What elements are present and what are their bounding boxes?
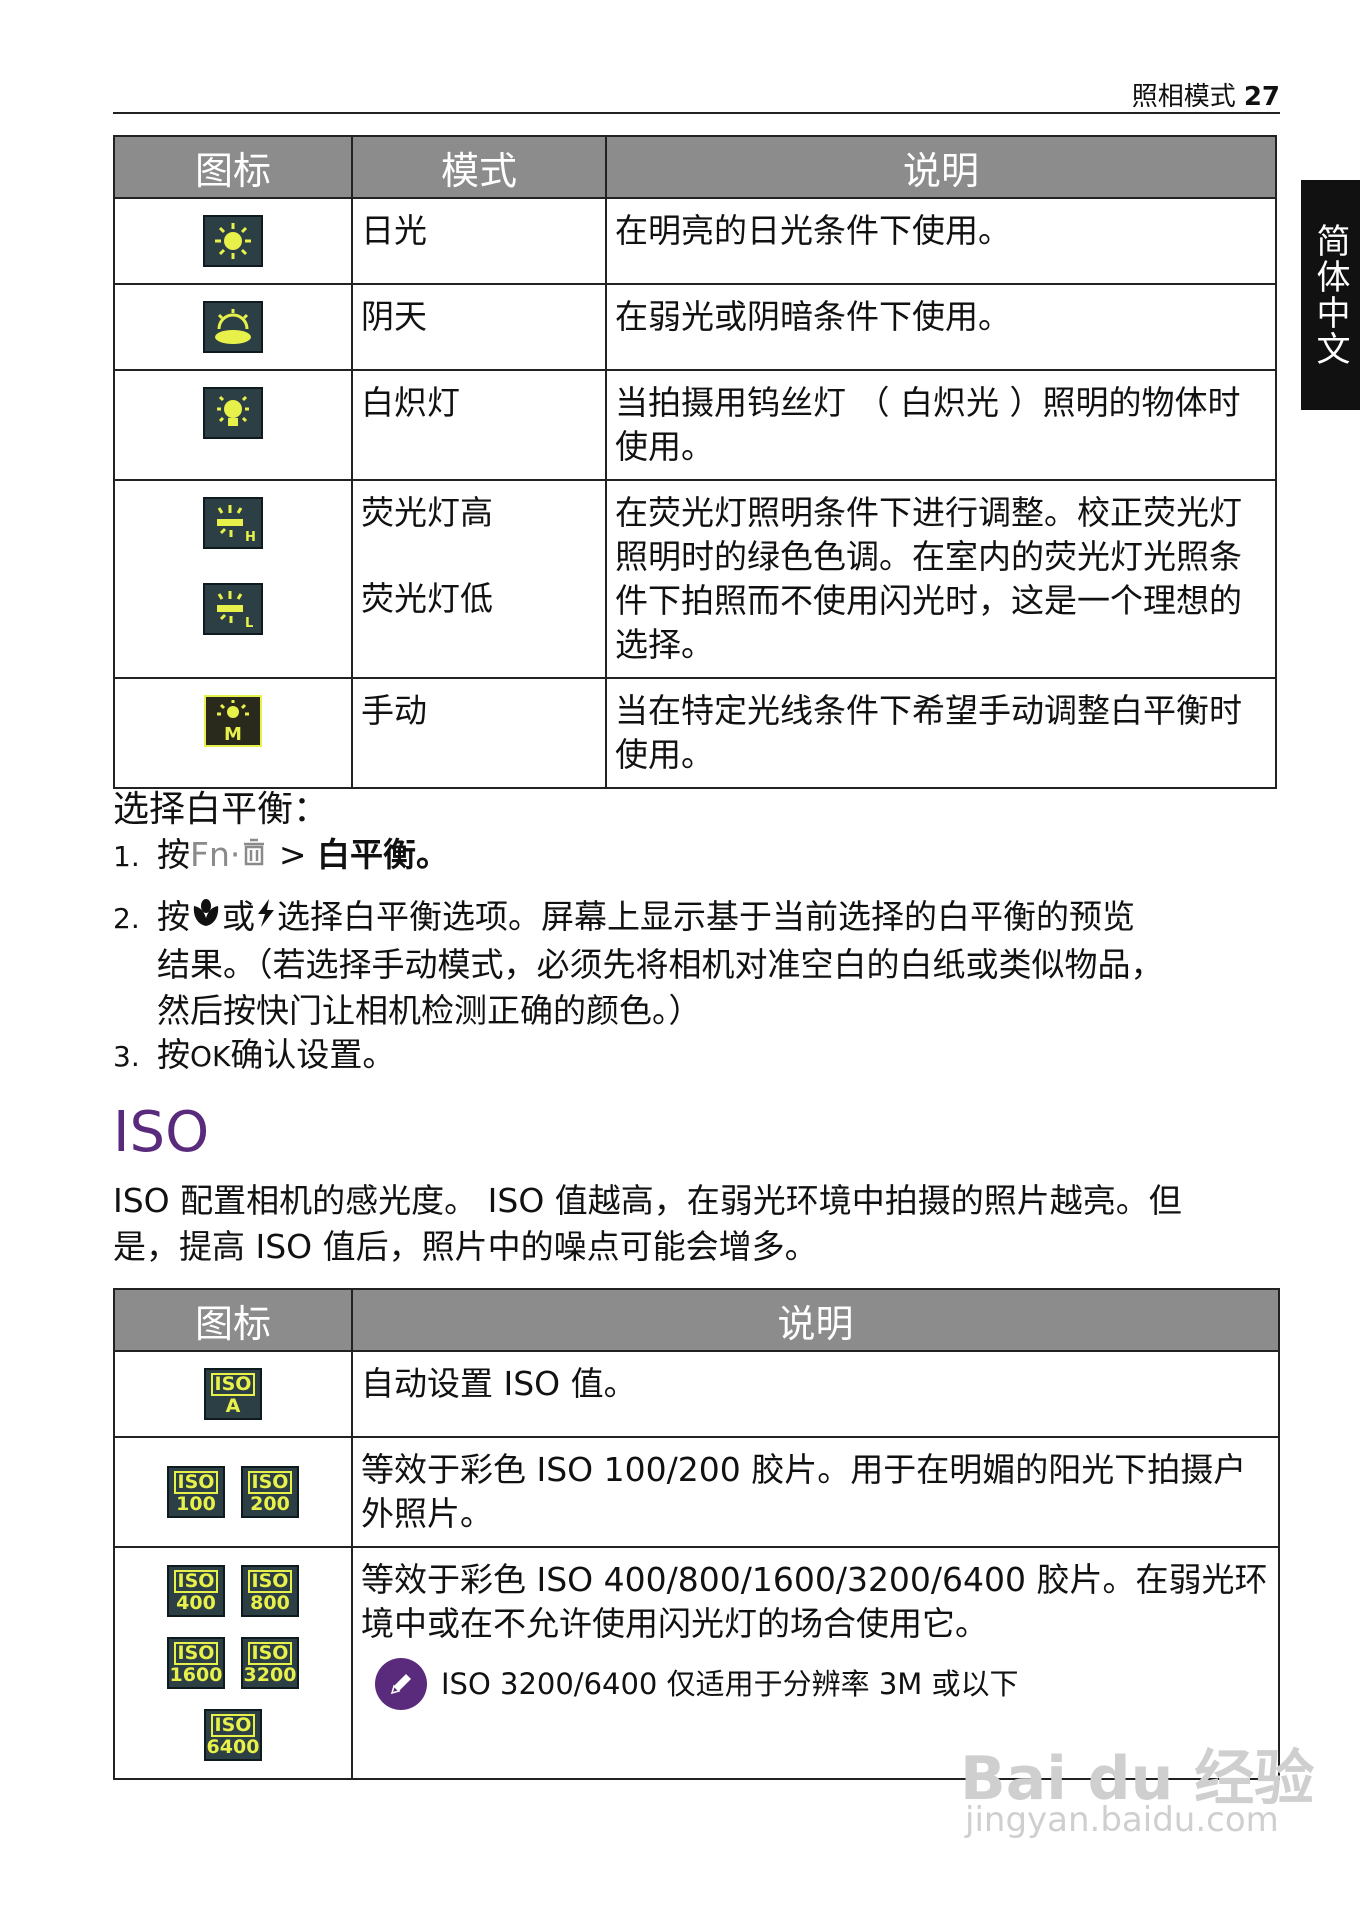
cloudy-icon (203, 301, 263, 353)
icon-letter-high: H (245, 530, 255, 543)
wb-intro: 选择白平衡： (113, 789, 330, 830)
mode-high: 荧光灯高 (361, 493, 493, 532)
desc-cell: 等效于彩色 ISO 100/200 胶片。用于在明媚的阳光下拍摄户外照片。 (351, 1436, 1280, 1548)
page-number: 27 (1243, 82, 1280, 112)
icon-letter-manual: M (224, 724, 242, 742)
note-text: ISO 3200/6400 仅适用于分辨率 3M 或以下 (441, 1667, 1019, 1701)
table-row: ISO 100 ISO 200 等效于彩色 ISO 100/200 胶片。用于在明媚… (113, 1436, 1280, 1548)
mode-cell: 荧光灯高 荧光灯低 (351, 479, 607, 679)
sun-icon (203, 215, 263, 267)
step-text: 然后按快门让相机检测正确的颜色。） (157, 991, 702, 1030)
header-desc: 说明 (351, 1288, 1280, 1352)
iso-1600-icon: ISO 1600 (167, 1637, 225, 1689)
desc-text: 等效于彩色 ISO 400/800/1600/3200/6400 胶片。在弱光环… (361, 1560, 1268, 1643)
white-balance-table: 图标 模式 说明 日光 在明亮的日光条件下使用。 阴天 在弱光或阴暗条件下使用。… (113, 135, 1277, 789)
page-header: 照相模式 27 (1132, 76, 1280, 113)
header-icon: 图标 (113, 135, 353, 199)
mode-cell: 日光 (351, 197, 607, 285)
macro-icon (190, 897, 222, 936)
desc-cell: 当在特定光线条件下希望手动调整白平衡时使用。 (605, 677, 1277, 789)
flash-icon (255, 897, 277, 936)
step-text: 或 (222, 897, 255, 936)
section-title: 照相模式 (1131, 82, 1236, 112)
step-text: 确认设置。 (230, 1035, 396, 1074)
table-row: M 手动 当在特定光线条件下希望手动调整白平衡时使用。 (113, 677, 1277, 789)
iso-heading: ISO (113, 1100, 210, 1165)
step-1: 1. 按Fn· > 白平衡。 (113, 832, 449, 880)
icon-cell: ISO 100 ISO 200 (113, 1436, 353, 1548)
icon-cell (113, 283, 353, 371)
ok-key: OK (190, 1040, 231, 1073)
iso-800-icon: ISO 800 (241, 1565, 299, 1617)
header-desc: 说明 (605, 135, 1277, 199)
iso-3200-icon: ISO 3200 (241, 1637, 299, 1689)
pencil-icon (375, 1658, 427, 1710)
step-number: 3. (113, 1040, 140, 1073)
step-bold: 白平衡。 (317, 835, 450, 874)
watermark-url: jingyan.baidu.com (965, 1800, 1279, 1840)
icon-cell: ISO 400 ISO 800 ISO 1600 ISO 3200 ISO 6400 (113, 1546, 353, 1780)
desc-cell: 自动设置 ISO 值。 (351, 1350, 1280, 1438)
header-divider (113, 112, 1280, 114)
icon-cell: ISO A (113, 1350, 353, 1438)
step-text: 按 (157, 897, 190, 936)
mode-cell: 阴天 (351, 283, 607, 371)
table-row: 白炽灯 当拍摄用钨丝灯 （ 白炽光 ）照明的物体时使用。 (113, 369, 1277, 481)
iso-400-icon: ISO 400 (167, 1565, 225, 1617)
step-2: 2. 按或选择白平衡选项。屏幕上显示基于当前选择的白平衡的预览 结果。（若选择手动… (113, 894, 1164, 1034)
step-text: 选择白平衡选项。屏幕上显示基于当前选择的白平衡的预览 (277, 897, 1135, 936)
table-row: 日光 在明亮的日光条件下使用。 (113, 197, 1277, 285)
iso-6400-icon: ISO 6400 (204, 1709, 262, 1761)
language-tab-label: 简体中文 (1310, 223, 1350, 367)
step-text: 按 (157, 1035, 190, 1074)
icon-cell (113, 197, 353, 285)
table-header-row: 图标 模式 说明 (113, 135, 1277, 199)
step-number: 1. (113, 840, 140, 873)
step-text: > (268, 835, 318, 874)
manual-icon: M (204, 695, 262, 747)
icon-cell: H L (113, 479, 353, 679)
fn-key: Fn· (190, 835, 241, 874)
table-header-row: 图标 说明 (113, 1288, 1280, 1352)
icon-cell (113, 369, 353, 481)
iso-desc-line: 是，提高 ISO 值后，照片中的噪点可能会增多。 (113, 1227, 818, 1266)
fluorescent-low-icon: L (203, 583, 263, 635)
icon-letter-low: L (245, 616, 253, 629)
iso-200-icon: ISO 200 (241, 1466, 299, 1518)
desc-cell: 当拍摄用钨丝灯 （ 白炽光 ）照明的物体时使用。 (605, 369, 1277, 481)
mode-low: 荧光灯低 (361, 579, 493, 618)
bulb-icon (203, 387, 263, 439)
mode-cell: 白炽灯 (351, 369, 607, 481)
fluorescent-high-icon: H (203, 497, 263, 549)
header-mode: 模式 (351, 135, 607, 199)
table-row: ISO A 自动设置 ISO 值。 (113, 1350, 1280, 1438)
desc-cell: 在荧光灯照明条件下进行调整。校正荧光灯照明时的绿色色调。在室内的荧光灯光照条件下… (605, 479, 1277, 679)
note: ISO 3200/6400 仅适用于分辨率 3M 或以下 (375, 1658, 1272, 1710)
iso-table: 图标 说明 ISO A 自动设置 ISO 值。 ISO 100 ISO 200 等效于… (113, 1288, 1280, 1780)
mode-cell: 手动 (351, 677, 607, 789)
table-row: H L 荧光灯高 荧光灯低 在荧光灯照明条件下进行调整。校正荧光灯照明时的绿色色… (113, 479, 1277, 679)
step-number: 2. (113, 902, 140, 935)
step-3: 3. 按OK确认设置。 (113, 1032, 395, 1080)
trash-icon (240, 835, 268, 874)
iso-desc-line: ISO 配置相机的感光度。 ISO 值越高，在弱光环境中拍摄的照片越亮。但 (113, 1181, 1182, 1220)
iso-auto-icon: ISO A (204, 1368, 262, 1420)
header-icon: 图标 (113, 1288, 353, 1352)
iso-description: ISO 配置相机的感光度。 ISO 值越高，在弱光环境中拍摄的照片越亮。但 是，… (113, 1178, 1278, 1270)
iso-100-icon: ISO 100 (167, 1466, 225, 1518)
table-row: 阴天 在弱光或阴暗条件下使用。 (113, 283, 1277, 371)
step-text: 按 (157, 835, 190, 874)
desc-cell: 在明亮的日光条件下使用。 (605, 197, 1277, 285)
icon-cell: M (113, 677, 353, 789)
desc-cell: 在弱光或阴暗条件下使用。 (605, 283, 1277, 371)
language-tab: 简体中文 (1301, 180, 1360, 410)
step-text: 结果。（若选择手动模式，必须先将相机对准空白的白纸或类似物品， (157, 945, 1164, 984)
